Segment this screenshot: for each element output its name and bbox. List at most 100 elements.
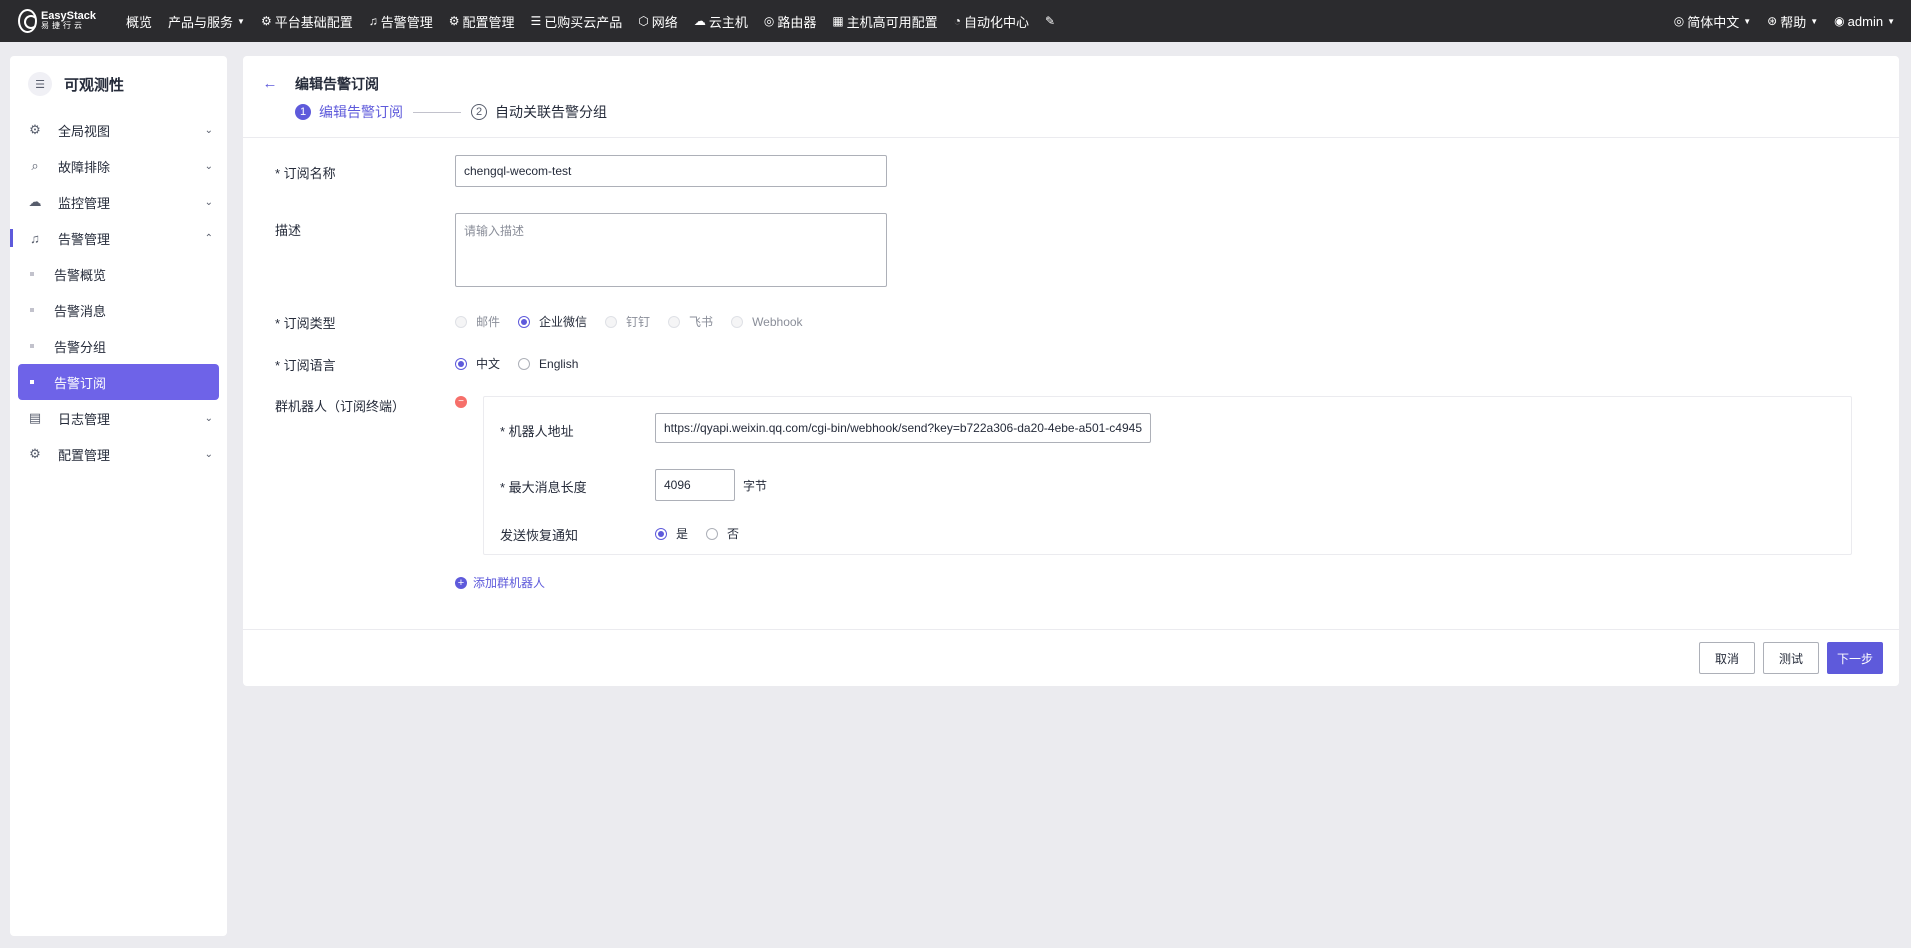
alarm-icon: ♫: [30, 230, 40, 246]
radio-label: 钉钉: [626, 315, 651, 329]
robot-config-box: * 机器人地址 * 最大消息长度 字节 发送恢复通知 是 否: [483, 396, 1852, 555]
top-nav-label: 已购买云产品: [544, 14, 623, 30]
radio-label: 飞书: [689, 315, 714, 329]
top-nav-label: 自动化中心: [963, 14, 1029, 30]
top-nav-label: 配置管理: [462, 14, 515, 30]
recovery-option-no[interactable]: 否: [706, 525, 739, 542]
chevron-down-icon: ⌄: [204, 448, 213, 460]
sidebar-subitem-alert-overview[interactable]: 告警概览: [18, 256, 219, 292]
logo-text-cn: 易捷行云: [40, 21, 85, 30]
subscription-name-input[interactable]: [455, 155, 887, 187]
top-nav-menu: 概览 产品与服务 ▼ ⚙ 平台基础配置 ♫ 告警管理 ⚙ 配置管理 ☰ 已购买云产品 ⬡ 网络 ☁ 云主机 ◎…: [126, 12, 1074, 31]
test-button[interactable]: 测试: [1763, 642, 1819, 674]
top-nav-item[interactable]: ▦ 主机高可用配置: [832, 12, 937, 31]
page-header: ← 编辑告警订阅 1 编辑告警订阅 2 自动关联告警分组: [243, 56, 1899, 138]
logo-text-en: EasyStack: [40, 10, 96, 22]
top-nav-item[interactable]: ☰ 已购买云产品: [531, 12, 623, 31]
language-switch[interactable]: ◎ 简体中文 ▼: [1674, 12, 1751, 31]
step-1: 1 编辑告警订阅: [295, 102, 403, 122]
bullet-icon: [30, 344, 34, 348]
sidebar-item-global-view[interactable]: ⚙ 全局视图 ⌄: [10, 112, 227, 148]
type-option-webhook[interactable]: Webhook: [731, 315, 803, 329]
type-label: * 订阅类型: [275, 316, 336, 331]
type-option-dingtalk[interactable]: 钉钉: [605, 313, 650, 330]
back-arrow-icon[interactable]: ←: [259, 72, 281, 94]
top-nav-item[interactable]: ♫ 告警管理: [369, 12, 433, 31]
sidebar-item-alert-management[interactable]: ♫ 告警管理 ⌃: [10, 220, 227, 256]
max-length-unit: 字节: [743, 479, 768, 493]
nav-item-icon: ⚙: [448, 14, 460, 28]
search-icon: ⌕: [31, 158, 39, 173]
robot-label: 群机器人（订阅终端）: [275, 399, 406, 414]
lang-option-chinese[interactable]: 中文: [455, 355, 500, 372]
type-option-email[interactable]: 邮件: [455, 313, 500, 330]
sidebar-subitem-alert-messages[interactable]: 告警消息: [18, 292, 219, 328]
recovery-notice-label: 发送恢复通知: [500, 528, 579, 543]
max-length-input[interactable]: [655, 469, 735, 501]
nav-item-icon: ⚙: [260, 14, 272, 28]
recovery-option-yes[interactable]: 是: [655, 525, 688, 542]
sidebar-item-monitoring[interactable]: ☁ 监控管理 ⌄: [10, 184, 227, 220]
sidebar-subitem-label: 告警分组: [54, 339, 107, 355]
chevron-down-icon: ⌄: [204, 160, 213, 172]
sidebar-subitem-alert-groups[interactable]: 告警分组: [18, 328, 219, 364]
cloud-monitor-icon: ☁: [28, 194, 42, 209]
easystack-logo[interactable]: EasyStack 易捷行云: [18, 9, 96, 33]
remove-robot-icon[interactable]: −: [455, 396, 467, 408]
menu-collapse-icon[interactable]: ☰: [28, 72, 52, 96]
type-option-wecom[interactable]: 企业微信: [518, 313, 587, 330]
cancel-button[interactable]: 取消: [1699, 642, 1755, 674]
main-panel: ← 编辑告警订阅 1 编辑告警订阅 2 自动关联告警分组 * 订阅名称 描述 *…: [243, 56, 1899, 686]
page-title: 编辑告警订阅: [295, 76, 379, 92]
add-robot-label: 添加群机器人: [473, 576, 546, 590]
pin-icon: ✎: [1044, 14, 1056, 28]
radio-circle: [455, 357, 467, 370]
gear-icon: ⚙: [29, 446, 41, 461]
top-nav-item[interactable]: ⚙ 配置管理: [449, 12, 515, 31]
top-nav-item[interactable]: ◎ 路由器: [764, 12, 817, 31]
logo-icon: [18, 9, 38, 33]
chevron-down-icon: ⌄: [204, 196, 213, 208]
max-length-label: * 最大消息长度: [500, 480, 587, 495]
sidebar-item-label: 日志管理: [58, 411, 111, 427]
next-button[interactable]: 下一步: [1827, 642, 1883, 674]
chevron-down-icon: ▼: [1810, 16, 1819, 26]
top-nav-item[interactable]: 产品与服务 ▼: [168, 12, 245, 31]
type-option-feishu[interactable]: 飞书: [668, 313, 713, 330]
step-label: 自动关联告警分组: [495, 104, 607, 120]
top-nav-item[interactable]: ◔ 自动化中心: [954, 12, 1029, 31]
description-textarea[interactable]: [455, 213, 887, 287]
top-nav-label: 概览: [126, 14, 153, 30]
sidebar-subitem-label: 告警概览: [54, 267, 107, 283]
top-nav-item[interactable]: ⬡ 网络: [638, 12, 678, 31]
help-menu[interactable]: ⊛ 帮助 ▼: [1767, 12, 1818, 31]
sidebar: ☰ 可观测性 ⚙ 全局视图 ⌄ ⌕ 故障排除 ⌄ ☁ 监控管理 ⌄ ♫ 告警管理…: [10, 56, 227, 936]
globe-icon: ◎: [1673, 14, 1685, 28]
sidebar-subitem-label: 告警订阅: [54, 375, 107, 391]
sidebar-item-config-management[interactable]: ⚙ 配置管理 ⌄: [10, 436, 227, 472]
user-menu[interactable]: ◉ admin ▼: [1834, 14, 1895, 29]
top-nav-label: 路由器: [777, 14, 817, 30]
chevron-down-icon: ▼: [1887, 16, 1895, 26]
top-nav-label: 产品与服务: [168, 14, 234, 30]
help-label: 帮助: [1780, 14, 1807, 30]
plus-icon: +: [455, 576, 467, 589]
language-label: * 订阅语言: [275, 358, 336, 373]
sidebar-subitem-alert-subscriptions[interactable]: 告警订阅: [18, 364, 219, 400]
radio-label: English: [539, 356, 579, 371]
nav-item-icon: ▦: [832, 14, 844, 28]
top-nav-item[interactable]: ☁ 云主机: [694, 12, 748, 31]
language-label: 简体中文: [1687, 14, 1740, 30]
help-icon: ⊛: [1767, 14, 1778, 28]
top-nav-item[interactable]: 概览: [126, 12, 152, 31]
radio-label: 企业微信: [539, 315, 588, 329]
sidebar-item-log-management[interactable]: ▤ 日志管理 ⌄: [10, 400, 227, 436]
add-robot-link[interactable]: + 添加群机器人: [455, 574, 545, 591]
lang-option-english[interactable]: English: [518, 357, 578, 371]
robot-address-input[interactable]: [655, 413, 1151, 443]
sidebar-item-troubleshooting[interactable]: ⌕ 故障排除 ⌄: [10, 148, 227, 184]
step-connector: [413, 111, 461, 113]
top-nav-label: 网络: [651, 14, 678, 30]
top-nav-item[interactable]: ✎: [1045, 14, 1058, 28]
top-nav-item[interactable]: ⚙ 平台基础配置: [261, 12, 353, 31]
